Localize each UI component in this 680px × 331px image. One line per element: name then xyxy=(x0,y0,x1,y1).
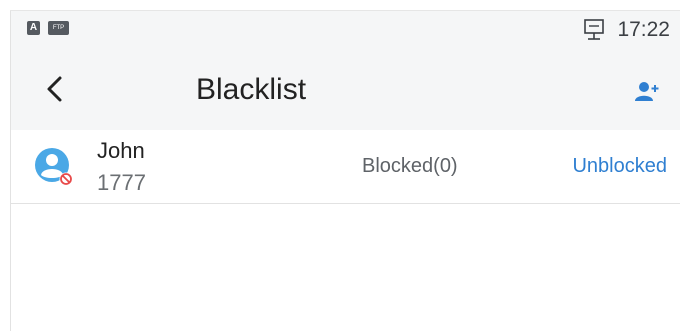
page-title: Blacklist xyxy=(196,73,307,106)
contact-number: 1777 xyxy=(97,170,146,195)
status-badge-a: A xyxy=(27,21,40,35)
app-bar xyxy=(11,49,680,130)
contact-avatar-blocked-icon xyxy=(35,148,73,186)
network-monitor-icon xyxy=(584,19,604,40)
blocked-count: Blocked(0) xyxy=(362,155,458,177)
chevron-left-icon[interactable] xyxy=(44,74,66,104)
status-badge-ftp: FTP xyxy=(48,21,69,35)
row-divider xyxy=(11,203,680,204)
status-bar xyxy=(11,11,680,49)
unblock-button[interactable]: Unblocked xyxy=(572,153,667,179)
status-time: 17:22 xyxy=(617,18,670,41)
add-user-icon[interactable] xyxy=(634,79,660,103)
contact-name: John xyxy=(97,138,145,163)
